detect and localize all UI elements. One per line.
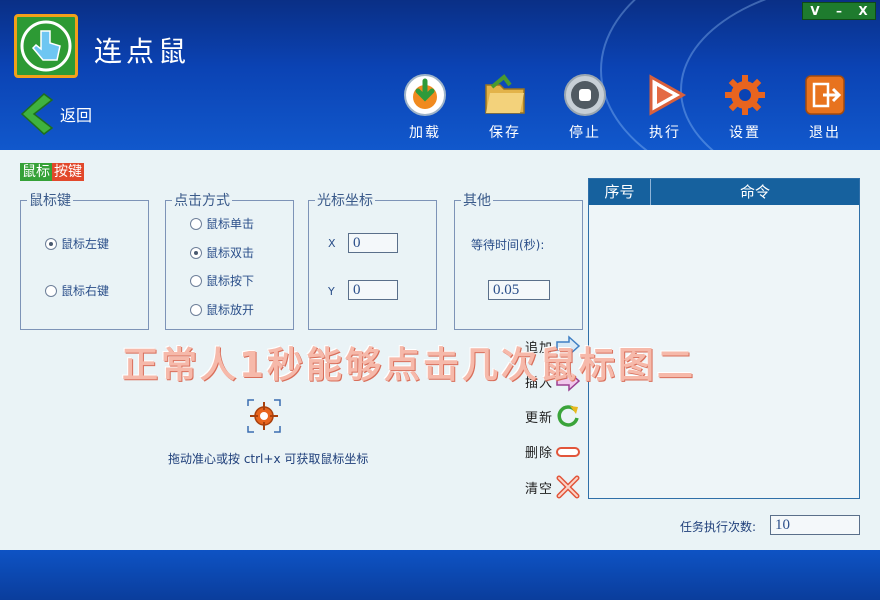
toolbar: 加载 保存 停止 执行 设置 退出: [385, 72, 865, 142]
load-button[interactable]: 加载: [385, 72, 465, 142]
mouse-key-legend: 鼠标键: [29, 193, 71, 209]
settings-label: 设置: [729, 125, 761, 141]
repeat-count-label: 任务执行次数:: [680, 520, 757, 534]
delete-button[interactable]: 删除: [525, 442, 581, 461]
delete-bar-icon: [556, 446, 580, 457]
settings-button[interactable]: 设置: [705, 72, 785, 142]
menu-button[interactable]: V: [803, 3, 827, 19]
update-label: 更新: [525, 410, 554, 426]
other-group: 其他: [454, 190, 583, 330]
radio-label: 鼠标单击: [206, 217, 255, 231]
close-button[interactable]: X: [851, 3, 875, 19]
section-tag-part2: 按键: [52, 163, 84, 181]
window-controls: V – X: [802, 2, 876, 20]
radio-label: 鼠标双击: [206, 246, 255, 260]
radio-indicator: [45, 284, 57, 297]
app-title: 连点鼠: [94, 35, 191, 68]
stop-label: 停止: [569, 125, 601, 141]
exit-button[interactable]: 退出: [785, 72, 865, 142]
wait-time-field[interactable]: 0.05: [488, 280, 550, 300]
section-tag: 鼠标 按键: [20, 163, 84, 181]
x-label: X: [328, 237, 336, 250]
radio-mouse-up[interactable]: 鼠标放开: [190, 301, 254, 318]
y-coord-field[interactable]: 0: [348, 280, 398, 300]
minimize-button[interactable]: –: [827, 3, 851, 19]
footer-bar: [0, 550, 880, 600]
back-button[interactable]: 返回: [18, 92, 92, 136]
cursor-coord-legend: 光标坐标: [317, 193, 373, 209]
column-index[interactable]: 序号: [589, 179, 651, 205]
stop-button[interactable]: 停止: [545, 72, 625, 142]
radio-indicator: [190, 217, 202, 230]
radio-mouse-down[interactable]: 鼠标按下: [190, 272, 254, 289]
app-logo: [14, 14, 78, 78]
crosshair-icon: [247, 399, 281, 433]
clear-button[interactable]: 清空: [525, 475, 581, 499]
radio-indicator: [45, 237, 57, 250]
crosshair-hint: 拖动准心或按 ctrl+x 可获取鼠标坐标: [168, 452, 369, 466]
load-icon: [404, 74, 446, 116]
command-list-header: 序号 命令: [589, 179, 859, 205]
stop-icon: [564, 74, 606, 116]
y-label: Y: [328, 285, 335, 298]
refresh-icon: [557, 405, 579, 427]
radio-indicator: [190, 303, 202, 316]
radio-single-click[interactable]: 鼠标单击: [190, 215, 254, 232]
radio-left-button[interactable]: 鼠标左键: [45, 235, 109, 252]
exit-label: 退出: [809, 125, 841, 141]
run-label: 执行: [649, 125, 681, 141]
radio-label: 鼠标放开: [206, 303, 255, 317]
other-legend: 其他: [463, 193, 491, 209]
save-button[interactable]: 保存: [465, 72, 545, 142]
radio-label: 鼠标按下: [206, 274, 255, 288]
clear-label: 清空: [525, 481, 554, 497]
exit-icon: [805, 75, 845, 115]
hand-click-icon: [20, 20, 72, 72]
column-command[interactable]: 命令: [651, 179, 859, 205]
section-tag-part1: 鼠标: [20, 163, 52, 181]
gear-icon: [725, 75, 765, 115]
play-icon: [649, 74, 687, 116]
update-button[interactable]: 更新: [525, 404, 581, 428]
load-label: 加载: [409, 125, 441, 141]
radio-double-click[interactable]: 鼠标双击: [190, 244, 254, 261]
back-label: 返回: [60, 106, 93, 125]
click-mode-legend: 点击方式: [174, 193, 230, 209]
clear-x-icon: [556, 475, 580, 499]
repeat-count-field[interactable]: 10: [770, 515, 860, 535]
back-arrow-icon: [20, 93, 54, 135]
watermark-overlay: 正常人1秒能够点击几次鼠标图二: [122, 345, 697, 386]
save-label: 保存: [489, 125, 521, 141]
crosshair-handle[interactable]: [246, 398, 282, 434]
mouse-key-group: 鼠标键: [20, 190, 149, 330]
x-coord-field[interactable]: 0: [348, 233, 398, 253]
radio-indicator: [190, 274, 202, 287]
cursor-coord-group: 光标坐标: [308, 190, 437, 330]
header-bar: V – X 连点鼠 返回 加载 保存 停止 执行 设置 退出: [0, 0, 880, 150]
wait-time-label: 等待时间(秒):: [471, 238, 545, 252]
save-folder-icon: [485, 74, 525, 114]
radio-label: 鼠标左键: [61, 237, 110, 251]
radio-label: 鼠标右键: [61, 284, 110, 298]
radio-right-button[interactable]: 鼠标右键: [45, 282, 109, 299]
delete-label: 删除: [525, 446, 554, 461]
main-panel: 鼠标 按键 鼠标键 鼠标左键 鼠标右键 点击方式 鼠标单击 鼠标双击 鼠标按下 …: [0, 150, 880, 550]
run-button[interactable]: 执行: [625, 72, 705, 142]
radio-indicator: [190, 246, 202, 259]
